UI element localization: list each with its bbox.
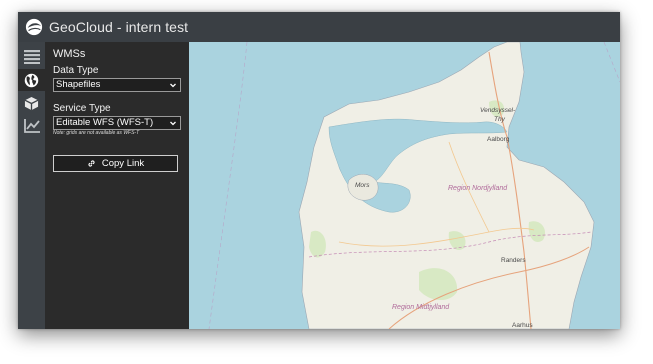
- globe-icon: [24, 73, 39, 87]
- rail-chart-button[interactable]: [18, 115, 45, 137]
- chart-icon: [23, 119, 40, 133]
- rail-cube-button[interactable]: [18, 92, 45, 114]
- chevron-down-icon: [170, 83, 176, 88]
- service-type-select[interactable]: Editable WFS (WFS-T): [53, 116, 181, 130]
- rail-globe-button[interactable]: [18, 69, 45, 91]
- app-title: GeoCloud - intern test: [49, 19, 189, 35]
- map-label-thy: Thy: [494, 116, 505, 123]
- data-type-value: Shapefiles: [56, 79, 101, 90]
- service-type-label: Service Type: [53, 103, 111, 114]
- wms-panel: WMSs Data Type Shapefiles Service Type E…: [45, 42, 189, 329]
- map-label-aarhus: Aarhus: [512, 322, 533, 329]
- menu-icon: [23, 50, 40, 64]
- map-label-randers: Randers: [501, 257, 526, 264]
- cube-icon: [24, 96, 39, 110]
- copy-link-label: Copy Link: [101, 158, 145, 169]
- map-canvas[interactable]: [189, 42, 620, 329]
- data-type-label: Data Type: [53, 65, 99, 76]
- side-rail: [18, 42, 45, 329]
- map-label-vendsyssel: Vendsyssel-: [480, 107, 516, 114]
- app-header: GeoCloud - intern test: [18, 12, 620, 42]
- rail-menu-button[interactable]: [18, 46, 45, 68]
- map-label-region-midtjylland: Region Midtjylland: [392, 304, 450, 311]
- map-label-mors: Mors: [355, 182, 370, 189]
- link-icon: [88, 160, 95, 167]
- geocloud-logo-icon: [25, 18, 43, 36]
- data-type-select[interactable]: Shapefiles: [53, 78, 181, 92]
- panel-title: WMSs: [53, 48, 86, 60]
- copy-link-button[interactable]: Copy Link: [53, 155, 178, 172]
- map-label-region-nordjylland: Region Nordjylland: [448, 185, 508, 192]
- wfs-note: Note: grids are not available as WFS-T: [53, 130, 140, 136]
- chevron-down-icon: [170, 121, 176, 126]
- app-window: GeoCloud - intern test WMSs Data Type Sh…: [18, 12, 620, 329]
- map-view[interactable]: Vendsyssel- Thy Aalborg Mors Region Nord…: [189, 42, 620, 329]
- service-type-value: Editable WFS (WFS-T): [56, 117, 154, 128]
- map-label-aalborg: Aalborg: [487, 136, 510, 143]
